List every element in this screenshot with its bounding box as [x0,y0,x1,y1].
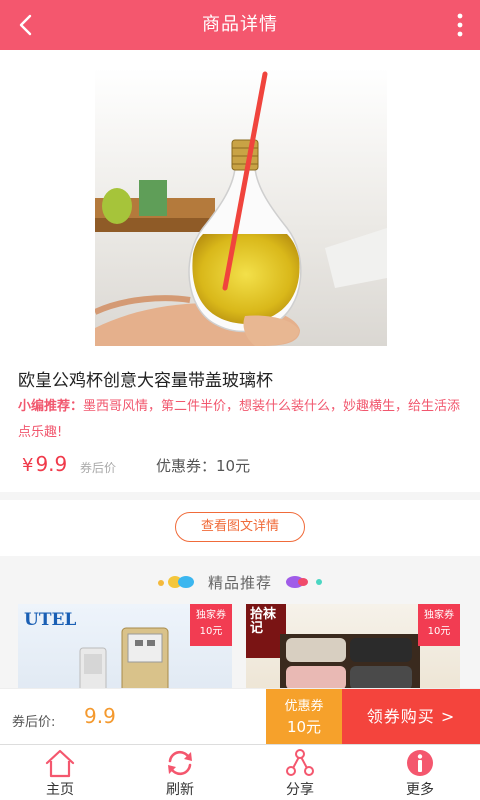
badge-line1: 独家券 [196,610,226,621]
top-bar: 商品详情 [0,0,480,50]
page-title: 商品详情 [202,14,278,35]
price-row: ¥9.9 券后价 优惠券：10元 [18,452,462,478]
view-details-button[interactable]: 查看图文详情 [175,512,305,542]
refresh-icon [168,750,192,776]
tab-share[interactable]: 分享 [240,745,360,800]
decor-dot [316,579,322,585]
exclusive-coupon-badge: 独家券 10元 [418,604,460,646]
app-screen: 商品详情 欧皇公鸡杯创意大容量带盖玻璃杯 小编推荐：墨西哥风情，第二件半价，想装… [0,0,480,800]
product-price: ¥9.9 [22,452,67,476]
decor-dot [298,578,308,586]
share-icon [286,749,314,776]
tab-more[interactable]: 更多 [360,745,480,800]
product-card: 欧皇公鸡杯创意大容量带盖玻璃杯 小编推荐：墨西哥风情，第二件半价，想装什么装什么… [0,50,480,492]
tab-home-label: 主页 [46,782,74,798]
badge-line2: 10元 [199,626,223,637]
product-name: 欧皇公鸡杯创意大容量带盖玻璃杯 [18,371,273,391]
coupon-info: 优惠券：10元 [156,455,250,476]
coupon-box-label: 优惠券 [284,699,324,714]
badge-line1: 独家券 [424,610,454,621]
editor-recommendation: 小编推荐：墨西哥风情，第二件半价，想装什么装什么，妙趣横生，给生活添点乐趣! [18,394,462,446]
coupon-box[interactable]: 优惠券 10元 [266,689,342,745]
info-icon [407,750,433,776]
coupon-label: 优惠券： [156,457,217,475]
exclusive-coupon-badge: 独家券 10元 [190,604,232,646]
tab-share-label: 分享 [286,782,314,798]
vertical-dots-icon[interactable] [454,12,466,38]
recommend-label: 小编推荐： [18,399,84,414]
badge-line2: 10元 [427,626,451,637]
tab-more-label: 更多 [406,782,434,798]
price-value: 9.9 [35,452,68,476]
coupon-value: 10元 [216,457,251,475]
after-coupon-label: 券后价 [80,461,117,475]
tab-refresh[interactable]: 刷新 [120,745,240,800]
home-icon [45,749,75,778]
tab-home[interactable]: 主页 [0,745,120,800]
buy-bar: 券后价: 9.9 优惠券 10元 领券购买 > [0,688,480,745]
currency-symbol: ¥ [22,455,34,476]
after-coupon-price: 9.9 [84,704,116,728]
tab-refresh-label: 刷新 [166,782,194,798]
coupon-box-amount: 10元 [286,718,322,736]
product-image[interactable] [95,68,387,346]
detail-section: 查看图文详情 [0,500,480,556]
get-coupon-buy-button[interactable]: 领券购买 > [342,689,480,745]
bottom-tab-bar: 主页 刷新 分享 更多 [0,744,480,800]
recommend-title: 精品推荐 [207,574,272,592]
after-coupon-label: 券后价: [12,715,56,730]
recommend-list: UTEL 独家券 10元 拾袜记 独家券 10元 [0,604,480,704]
recommend-text: 墨西哥风情，第二件半价，想装什么装什么，妙趣横生，给生活添点乐趣! [18,399,461,440]
brand-logo: 拾袜记 [250,607,277,636]
recommend-header: 精品推荐 [0,566,480,600]
